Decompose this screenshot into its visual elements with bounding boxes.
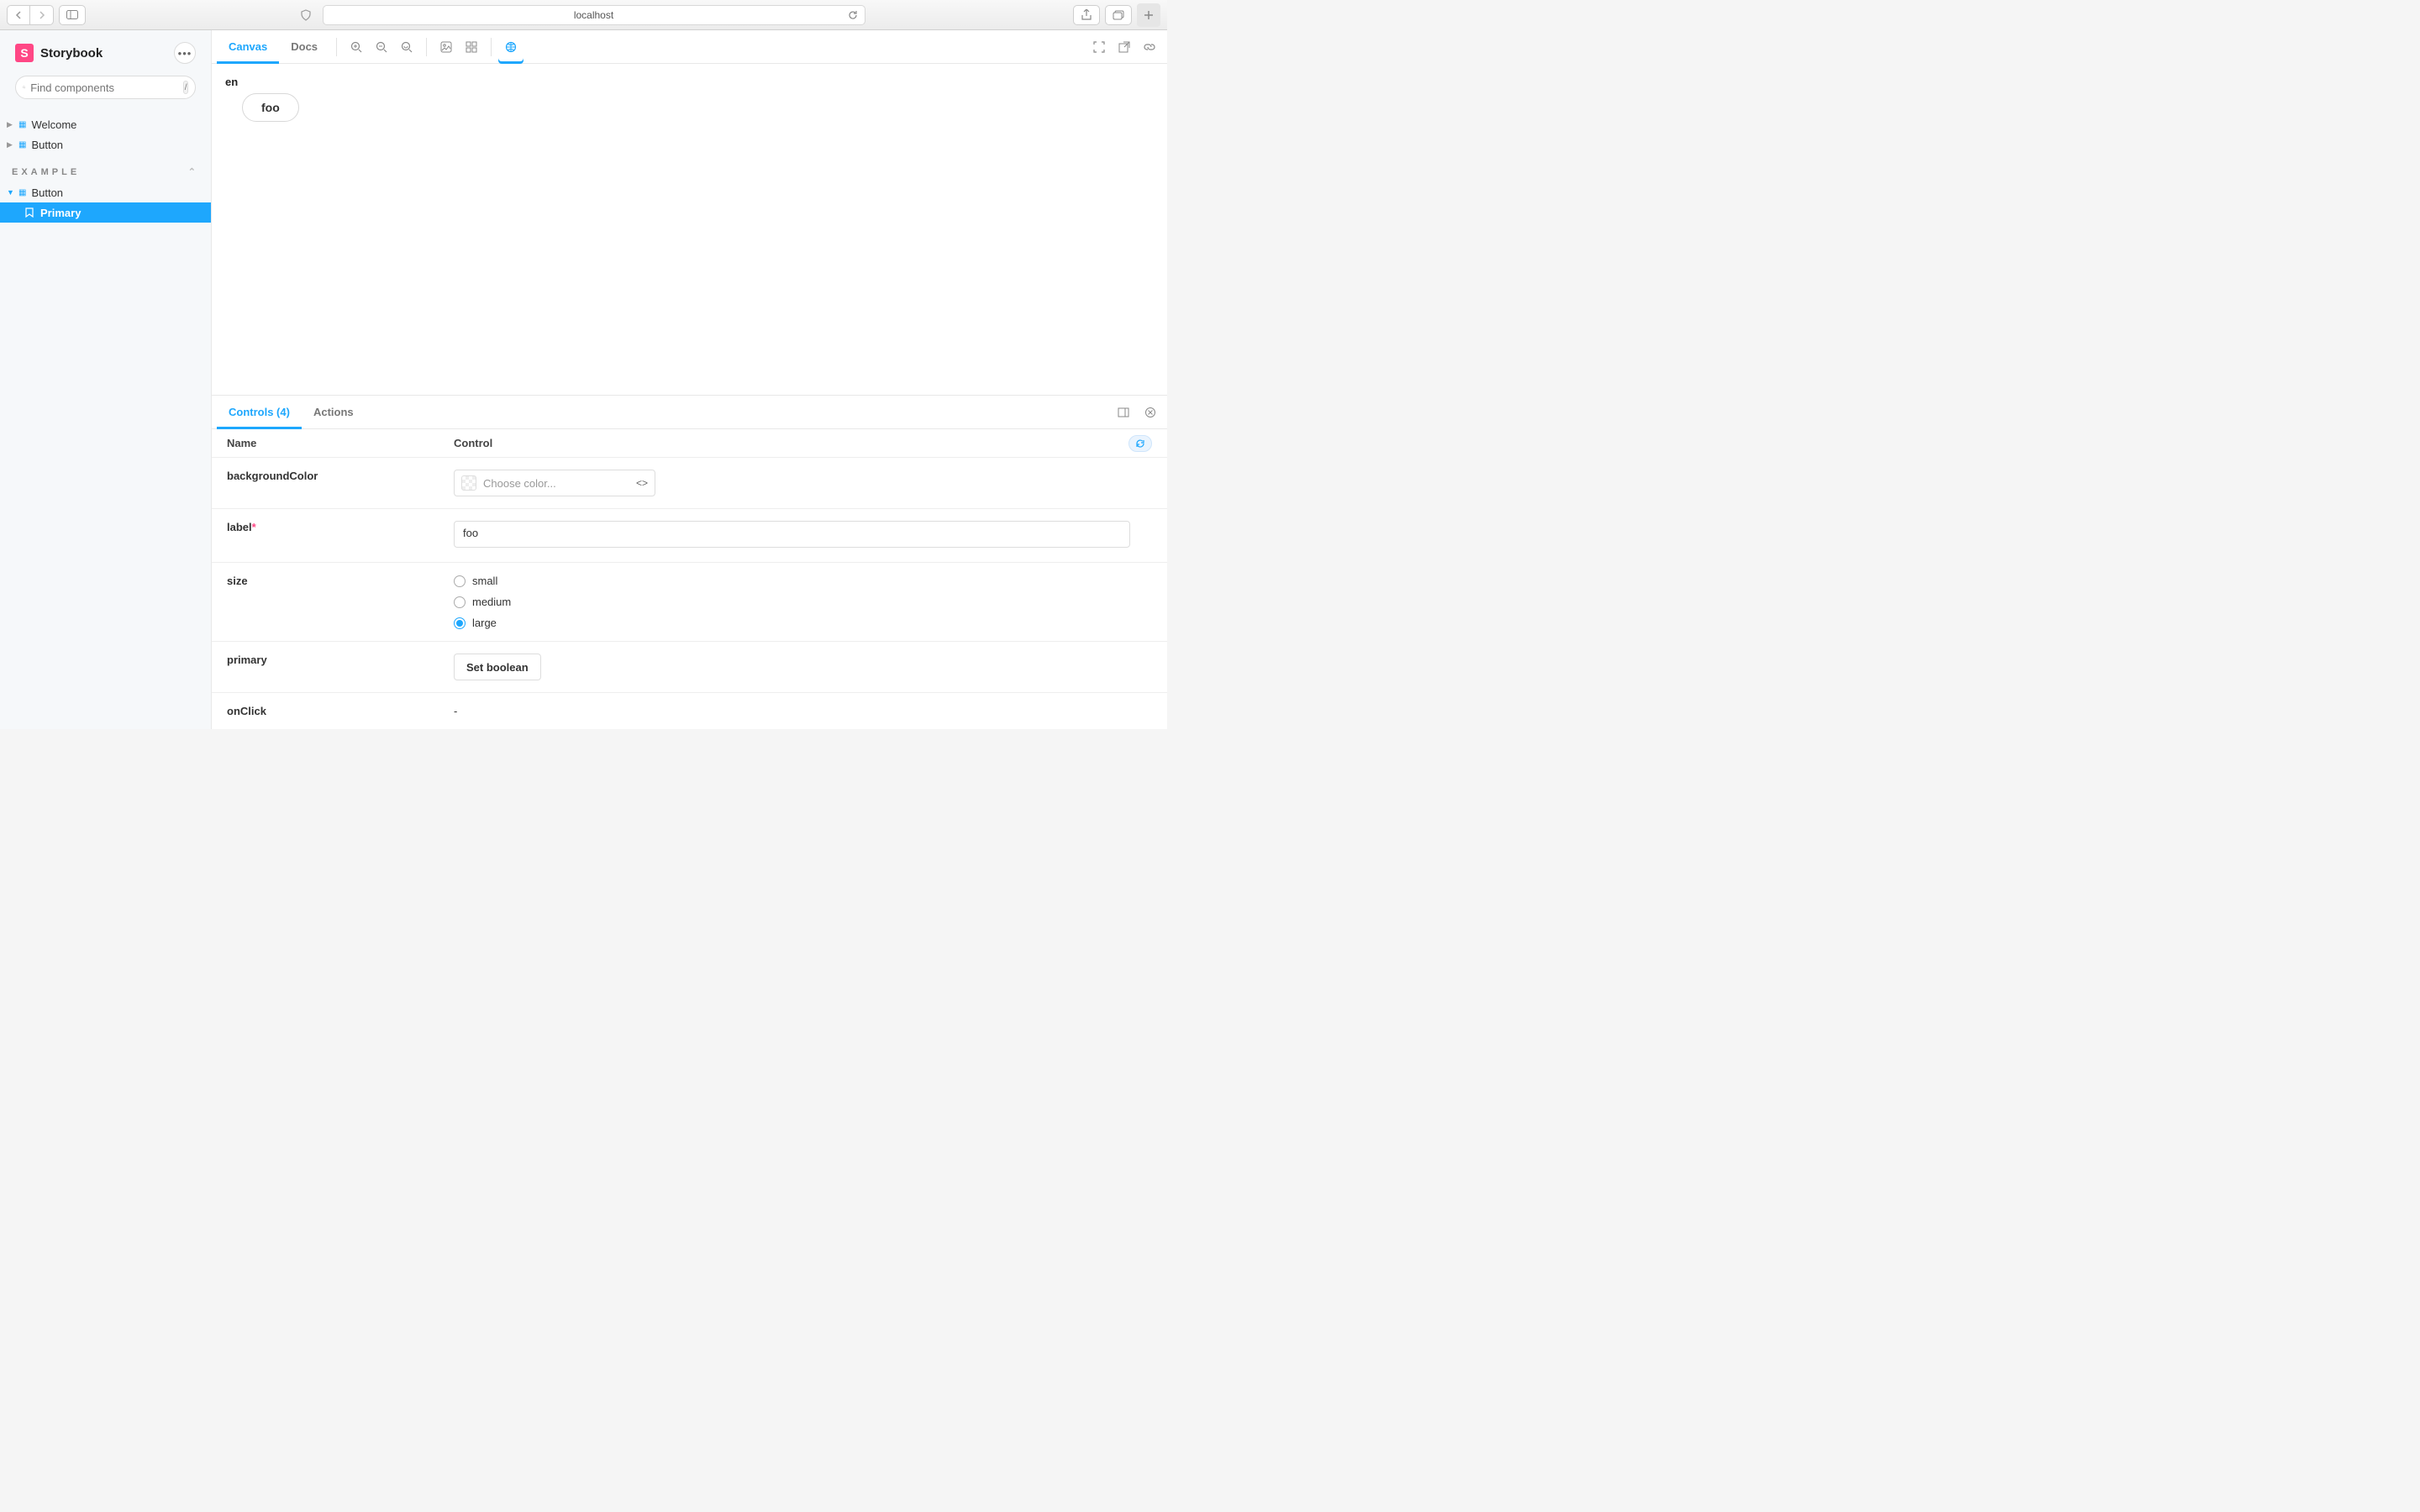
sidebar-toggle-button[interactable] [59,5,86,25]
forward-button[interactable] [30,5,54,25]
grid-toggle-icon[interactable] [459,34,484,60]
size-option-small[interactable]: small [454,575,1152,587]
sidebar-menu-button[interactable]: ••• [174,42,196,64]
control-name: size [227,575,454,587]
canvas-preview: en foo [212,64,1167,395]
tab-actions[interactable]: Actions [302,396,366,429]
locale-label: en [225,76,1154,88]
control-name: label [227,521,252,533]
onclick-value: - [454,705,457,717]
toolbar-separator [336,38,337,56]
control-name: primary [227,654,454,666]
chevron-down-icon: ▼ [7,188,13,197]
address-text: localhost [574,9,613,21]
color-input[interactable]: Choose color... <> [454,470,655,496]
share-button[interactable] [1073,5,1100,25]
storybook-brand[interactable]: S Storybook [15,44,103,62]
color-mode-toggle-icon[interactable]: <> [636,477,648,489]
open-new-tab-icon[interactable] [1112,34,1137,60]
set-boolean-button[interactable]: Set boolean [454,654,541,680]
label-input[interactable] [454,521,1130,548]
preview-toolbar: Canvas Docs [212,30,1167,64]
control-row-size: size small medium large [212,563,1167,642]
tab-controls[interactable]: Controls (4) [217,396,302,429]
story-label: Primary [40,207,81,219]
reset-controls-button[interactable] [1128,435,1152,452]
addons-panel: Controls (4) Actions Name Control [212,395,1167,729]
radio-icon [454,596,466,608]
bookmark-icon [25,207,34,218]
radio-icon [454,617,466,629]
privacy-shield-icon[interactable] [294,5,318,25]
required-marker: * [252,521,256,533]
toolbar-separator [491,38,492,56]
tab-canvas[interactable]: Canvas [217,30,279,64]
zoom-out-icon[interactable] [369,34,394,60]
search-input[interactable]: / [15,76,196,99]
new-tab-button[interactable] [1137,3,1160,27]
copy-link-icon[interactable] [1137,34,1162,60]
storybook-title: Storybook [40,46,103,60]
tabs-button[interactable] [1105,5,1132,25]
search-icon [23,82,25,92]
color-placeholder: Choose color... [483,477,556,490]
search-field[interactable] [30,81,178,94]
locale-icon[interactable] [498,30,523,64]
chevron-right-icon: ▶ [7,140,13,150]
sidebar-group-example[interactable]: EXAMPLE ⌃ [0,155,211,182]
fullscreen-icon[interactable] [1086,34,1112,60]
group-label: EXAMPLE [12,167,80,177]
control-row-label: label* [212,509,1167,563]
close-panel-icon[interactable] [1139,401,1162,424]
size-option-large[interactable]: large [454,617,1152,629]
control-row-onclick: onClick - [212,693,1167,729]
control-name: backgroundColor [227,470,454,482]
sidebar-item-example-button[interactable]: ▼ ▦ Button [0,182,211,202]
browser-chrome: localhost [0,0,1167,30]
control-row-backgroundcolor: backgroundColor Choose color... <> [212,458,1167,509]
color-swatch-icon [461,475,476,491]
panel-orientation-icon[interactable] [1112,401,1135,424]
reload-icon[interactable] [848,10,858,20]
component-icon: ▦ [18,120,26,129]
sidebar-item-button[interactable]: ▶ ▦ Button [0,134,211,155]
component-icon: ▦ [18,188,26,197]
storybook-logo-icon: S [15,44,34,62]
address-bar[interactable]: localhost [323,5,865,25]
collapse-icon[interactable]: ⌃ [188,166,199,177]
sidebar-story-primary[interactable]: Primary [0,202,211,223]
background-icon[interactable] [434,34,459,60]
component-icon: ▦ [18,140,26,150]
chevron-right-icon: ▶ [7,120,13,129]
back-button[interactable] [7,5,30,25]
toolbar-separator [426,38,427,56]
tab-docs[interactable]: Docs [279,30,329,64]
column-name-header: Name [227,437,454,449]
column-control-header: Control [454,437,1128,449]
control-name: onClick [227,705,454,717]
sidebar: S Storybook ••• / ▶ ▦ Welcome ▶ ▦ Button… [0,30,212,729]
radio-icon [454,575,466,587]
control-row-primary: primary Set boolean [212,642,1167,693]
zoom-reset-icon[interactable] [394,34,419,60]
sidebar-item-welcome[interactable]: ▶ ▦ Welcome [0,114,211,134]
zoom-in-icon[interactable] [344,34,369,60]
main-panel: Canvas Docs [212,30,1167,729]
preview-button[interactable]: foo [242,93,299,122]
size-option-medium[interactable]: medium [454,596,1152,608]
search-shortcut-badge: / [183,81,188,94]
